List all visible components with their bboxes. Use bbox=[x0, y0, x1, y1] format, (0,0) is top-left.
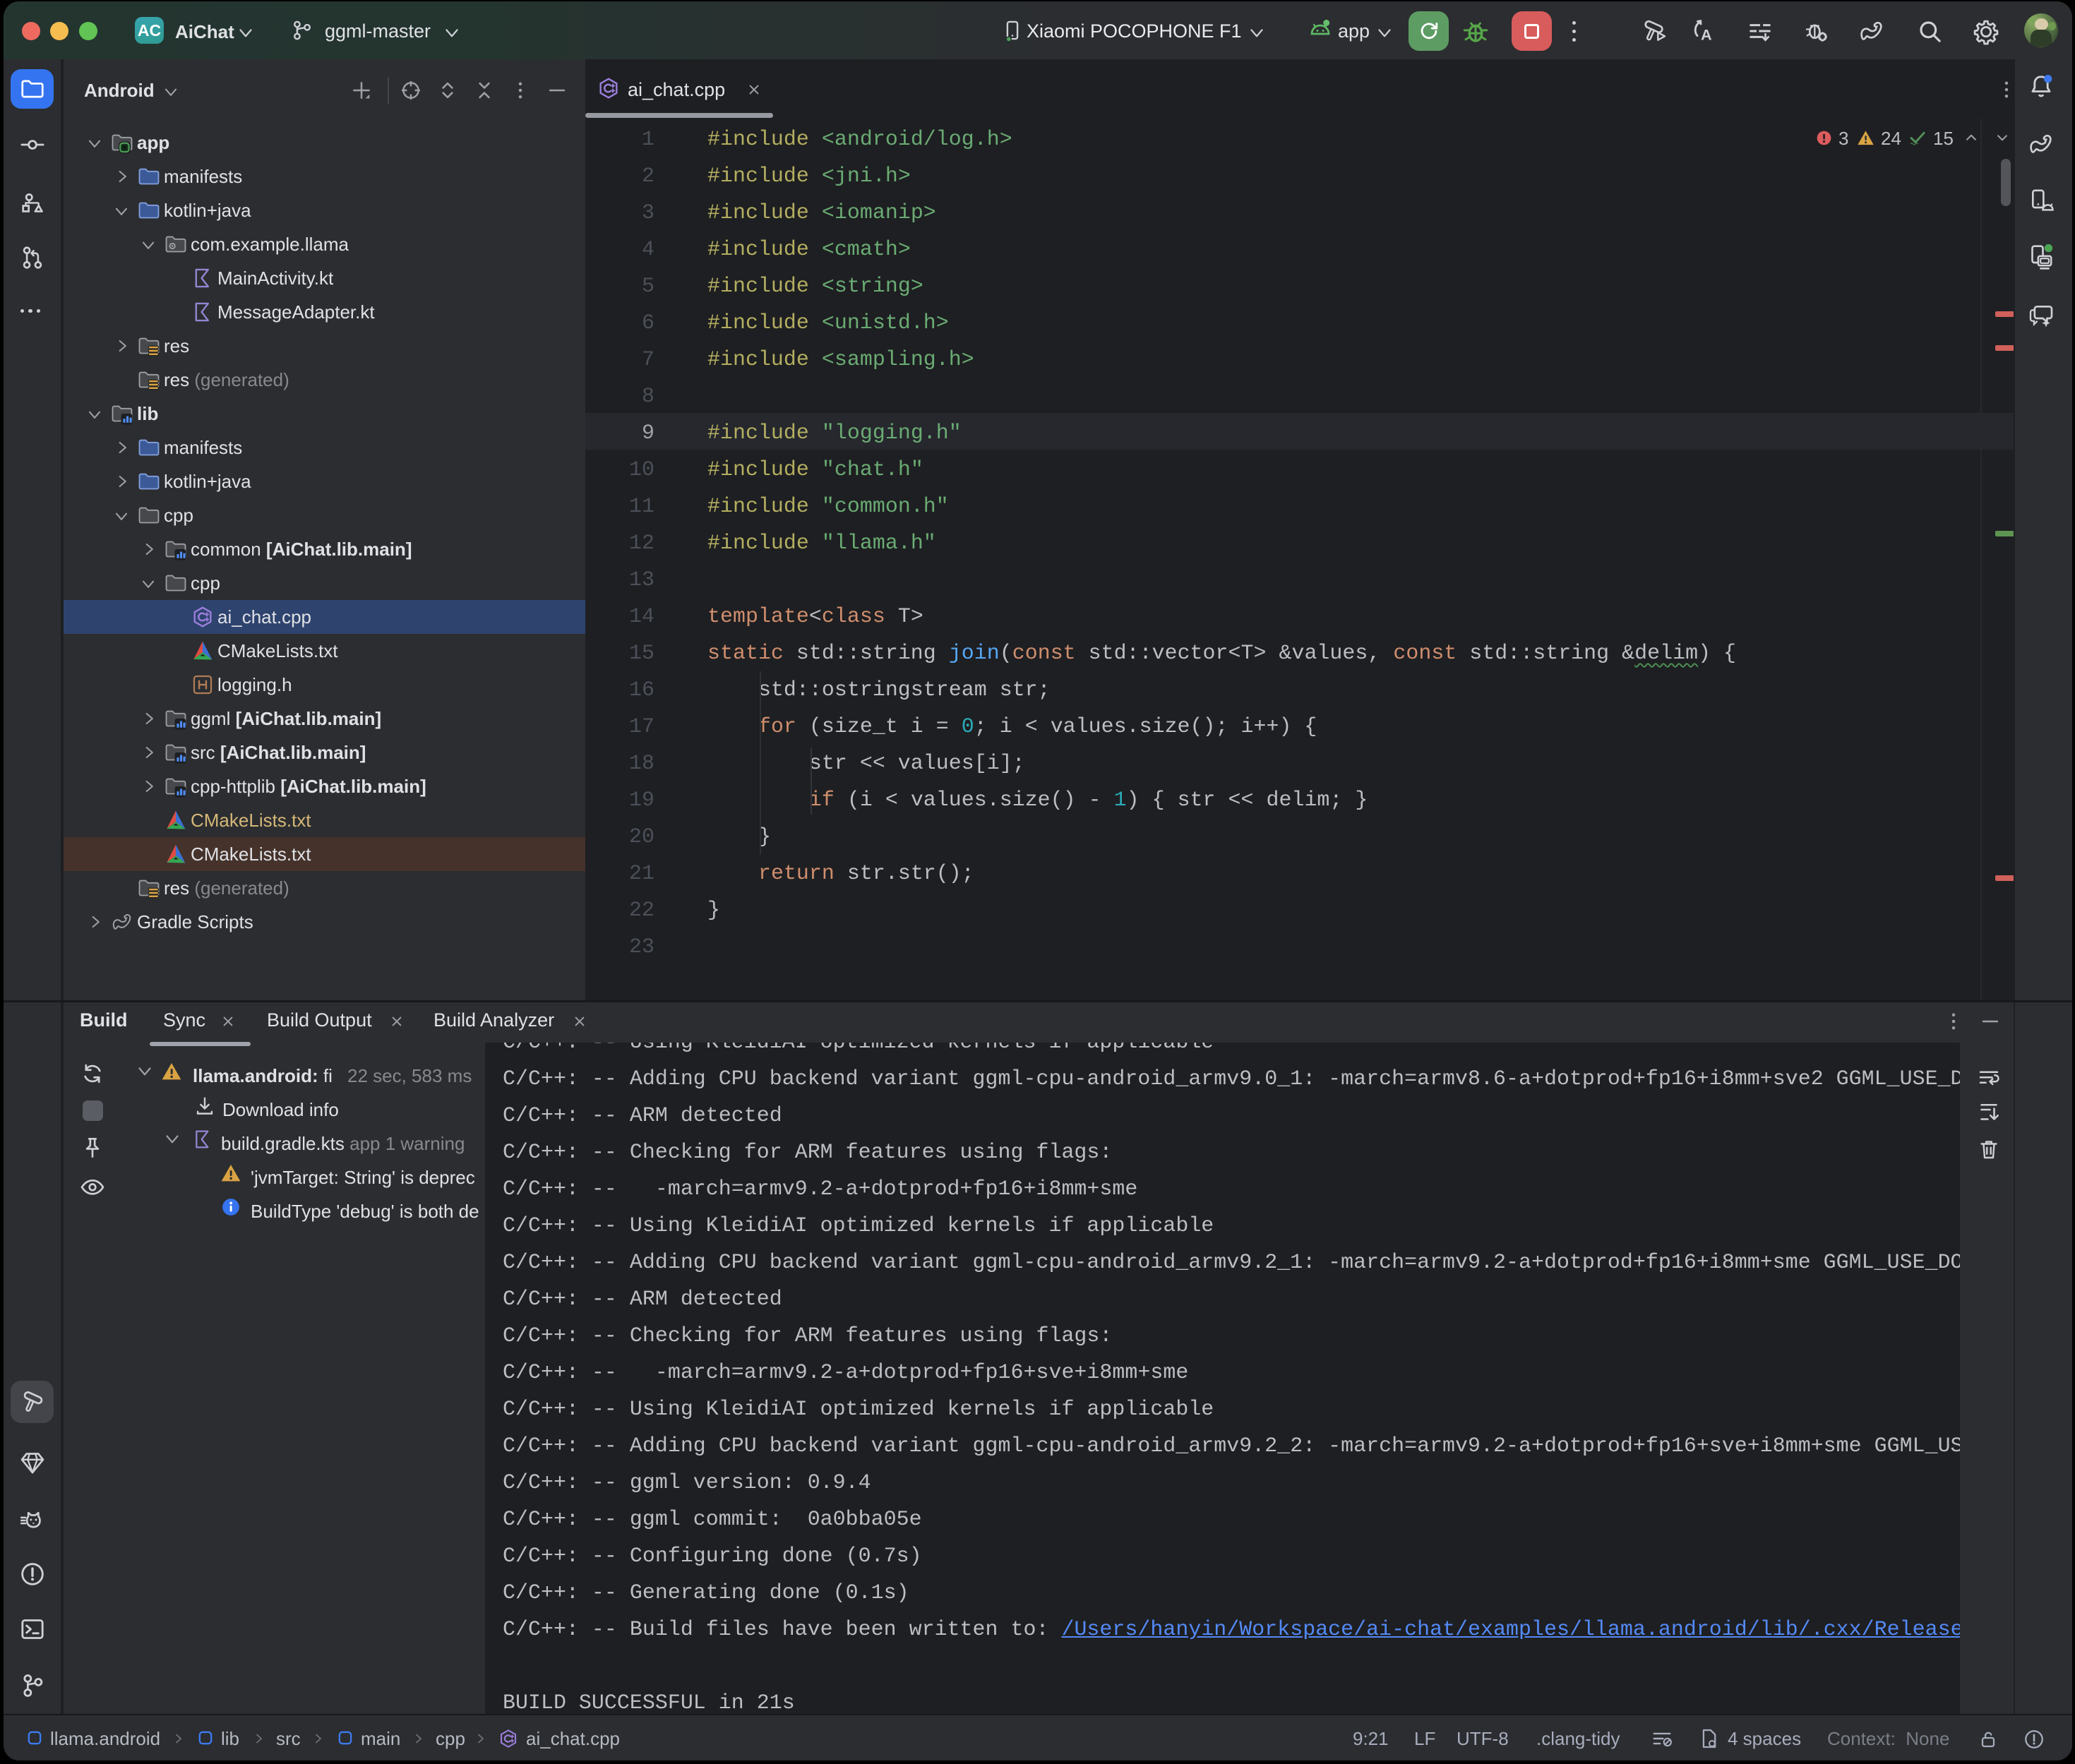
svg-text:A: A bbox=[1701, 26, 1712, 44]
